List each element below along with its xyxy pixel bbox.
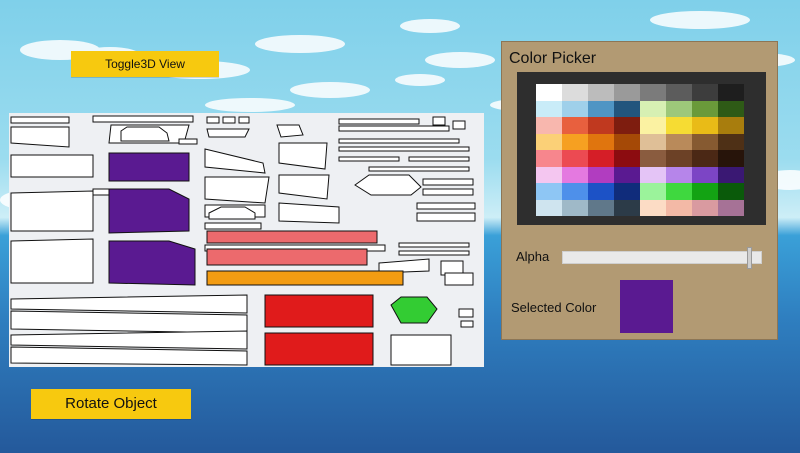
uv-part-red-1 [264,294,374,328]
uv-texture-sheet[interactable] [9,113,484,367]
color-swatch[interactable] [640,150,666,167]
color-swatch[interactable] [718,117,744,134]
color-swatch[interactable] [692,199,718,216]
color-swatch[interactable] [562,183,588,200]
color-swatch[interactable] [614,199,640,216]
color-swatch[interactable] [588,183,614,200]
color-swatch[interactable] [666,84,692,101]
color-swatch[interactable] [692,183,718,200]
color-swatch[interactable] [562,117,588,134]
color-swatch[interactable] [588,117,614,134]
color-swatch[interactable] [666,150,692,167]
color-swatch[interactable] [562,84,588,101]
selected-color-label: Selected Color [511,300,597,315]
uv-part-purple-2 [108,188,190,234]
uv-part-salmon-2 [206,248,368,266]
color-swatch[interactable] [692,117,718,134]
color-swatch[interactable] [588,100,614,117]
color-swatch[interactable] [640,133,666,150]
color-swatch[interactable] [536,166,562,183]
palette-frame [517,72,766,225]
toggle-3d-view-button[interactable]: Toggle3D View [71,51,219,77]
color-swatch[interactable] [536,84,562,101]
color-swatch[interactable] [536,100,562,117]
color-swatch[interactable] [666,100,692,117]
alpha-slider-handle[interactable] [747,247,753,269]
color-swatch[interactable] [666,166,692,183]
color-swatch[interactable] [718,100,744,117]
color-swatch[interactable] [692,84,718,101]
color-swatch[interactable] [614,84,640,101]
selected-color-swatch [620,280,673,333]
color-swatch[interactable] [692,133,718,150]
color-swatch[interactable] [666,199,692,216]
color-swatch[interactable] [536,133,562,150]
color-swatch[interactable] [562,199,588,216]
uv-part-salmon-1 [206,230,378,244]
rotate-object-button[interactable]: Rotate Object [31,389,191,419]
uv-part-purple-3 [108,240,196,286]
color-swatch[interactable] [614,150,640,167]
uv-part-orange-1 [206,270,404,286]
color-swatch[interactable] [718,166,744,183]
color-picker-title: Color Picker [509,50,597,67]
color-palette-grid [536,84,744,216]
color-swatch[interactable] [692,150,718,167]
color-swatch[interactable] [692,100,718,117]
color-swatch[interactable] [640,117,666,134]
color-swatch[interactable] [718,84,744,101]
alpha-slider[interactable] [562,247,762,269]
alpha-label: Alpha [516,249,550,264]
color-swatch[interactable] [536,199,562,216]
color-swatch[interactable] [666,183,692,200]
uv-part-red-2 [264,332,374,366]
color-swatch[interactable] [718,133,744,150]
uv-part-green-1 [390,296,438,324]
color-swatch[interactable] [718,183,744,200]
color-swatch[interactable] [588,150,614,167]
color-swatch[interactable] [614,133,640,150]
color-swatch[interactable] [562,100,588,117]
color-swatch[interactable] [562,166,588,183]
color-swatch[interactable] [640,166,666,183]
color-swatch[interactable] [562,150,588,167]
color-swatch[interactable] [640,84,666,101]
color-swatch[interactable] [666,117,692,134]
color-swatch[interactable] [692,166,718,183]
color-picker-panel: Color Picker Alpha Selected Color [501,41,778,340]
color-swatch[interactable] [614,100,640,117]
color-swatch[interactable] [588,84,614,101]
color-swatch[interactable] [588,166,614,183]
color-swatch[interactable] [536,117,562,134]
color-swatch[interactable] [614,183,640,200]
color-swatch[interactable] [614,117,640,134]
color-swatch[interactable] [536,183,562,200]
color-swatch[interactable] [718,199,744,216]
color-swatch[interactable] [718,150,744,167]
color-swatch[interactable] [562,133,588,150]
color-swatch[interactable] [536,150,562,167]
color-swatch[interactable] [588,199,614,216]
color-swatch[interactable] [614,166,640,183]
uv-part-purple-1 [108,152,190,182]
color-swatch[interactable] [640,100,666,117]
color-swatch[interactable] [666,133,692,150]
color-swatch[interactable] [588,133,614,150]
color-swatch[interactable] [640,183,666,200]
color-swatch[interactable] [640,199,666,216]
uv-layout-drawing [10,115,476,366]
